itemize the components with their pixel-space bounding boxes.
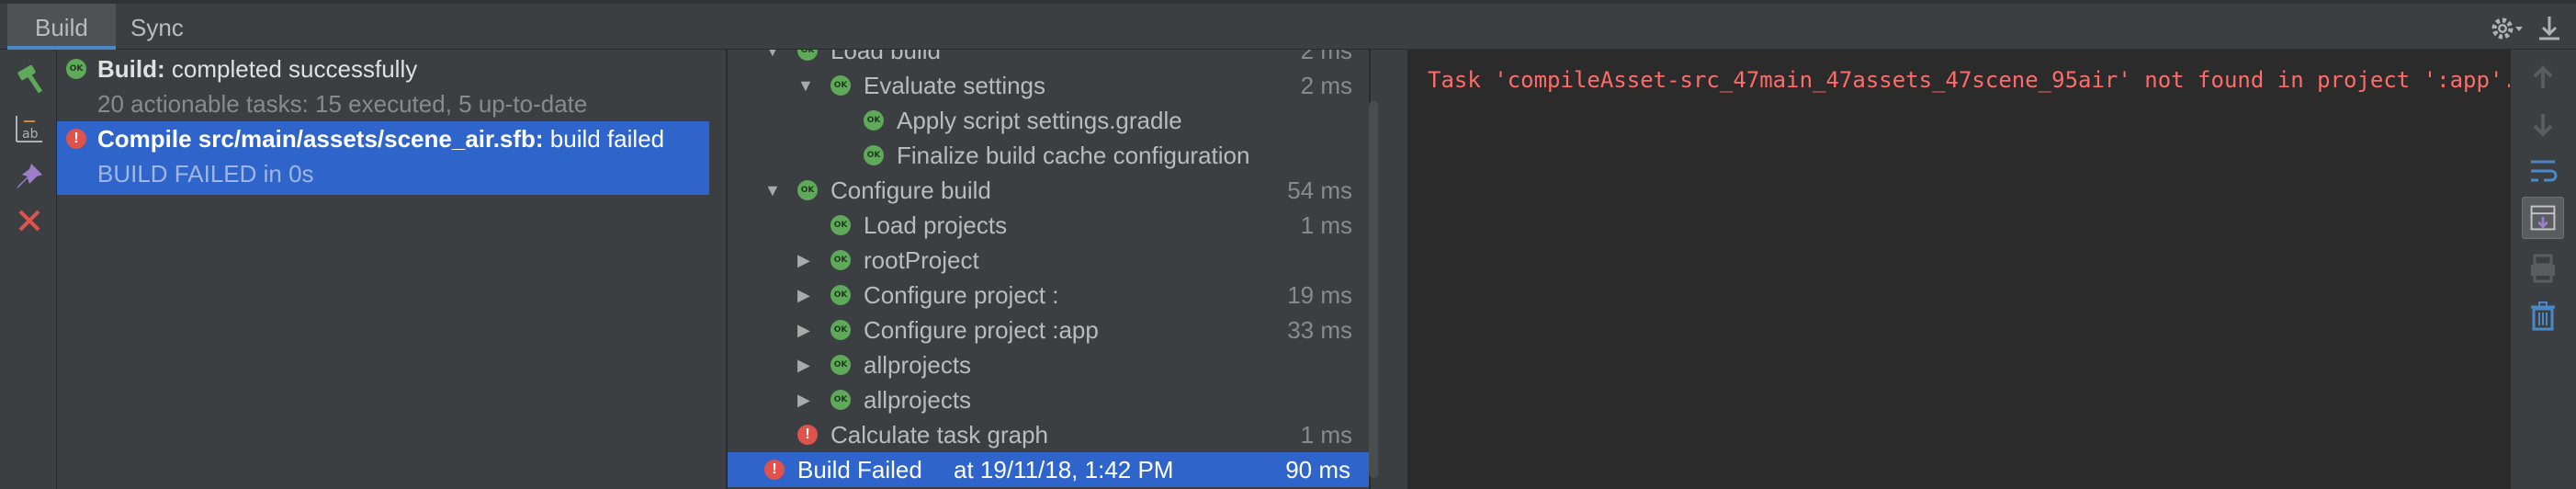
expand-arrow-icon[interactable]: ▼ (764, 50, 781, 68)
ok-icon: OK (830, 285, 851, 305)
ok-icon: OK (830, 250, 851, 270)
gear-icon[interactable] (2488, 13, 2525, 44)
collapse-arrow-icon[interactable]: ▶ (797, 243, 810, 278)
tree-row-load-projects[interactable]: OK Load projects 1 ms (728, 208, 1369, 243)
tree-row-finalize-build-cache[interactable]: OK Finalize build cache configuration (728, 138, 1369, 173)
ok-icon: OK (797, 50, 818, 61)
build-failed-timestamp: at 19/11/18, 1:42 PM (954, 456, 1174, 483)
tree-row-apply-script-settings[interactable]: OK Apply script settings.gradle (728, 103, 1369, 138)
tree-row-build-completed[interactable]: OK Build: completed successfully (57, 51, 709, 86)
ok-icon: OK (864, 145, 884, 165)
error-icon: ! (764, 460, 785, 480)
trash-icon[interactable] (2525, 298, 2560, 333)
print-icon[interactable] (2525, 250, 2560, 285)
close-icon[interactable] (13, 204, 46, 237)
build-steps-tree: ▼ OK Load build 2 ms ▼ OK Evaluate setti… (728, 50, 1371, 489)
tree-row-calculate-task-graph[interactable]: ! Calculate task graph 1 ms (728, 417, 1369, 452)
build-output-console[interactable]: Task 'compileAsset-src_47main_47assets_4… (1407, 50, 2516, 489)
ok-icon: OK (830, 320, 851, 340)
soft-wrap-icon[interactable] (2525, 153, 2560, 188)
svg-text:ab: ab (22, 127, 39, 142)
collapse-arrow-icon[interactable]: ▶ (797, 313, 810, 347)
tree-scrollbar[interactable] (1369, 101, 1378, 478)
ok-icon: OK (830, 390, 851, 410)
tree-row-root-project[interactable]: ▶ OK rootProject (728, 243, 1369, 278)
tree-row-configure-project-app[interactable]: ▶ OK Configure project :app 33 ms (728, 313, 1369, 347)
ok-icon: OK (830, 215, 851, 235)
tree-row-actionable-tasks[interactable]: 20 actionable tasks: 15 executed, 5 up-t… (57, 86, 709, 121)
filter-text-icon[interactable]: ab (13, 112, 46, 145)
build-failed-detail: BUILD FAILED in 0s (97, 160, 314, 188)
tree-row-configure-build[interactable]: ▼ OK Configure build 54 ms (728, 173, 1369, 208)
ok-icon: OK (830, 355, 851, 375)
left-toolbar: ab (0, 50, 57, 489)
build-results-tree: OK Build: completed successfully 20 acti… (57, 50, 728, 489)
collapse-arrow-icon[interactable]: ▶ (797, 347, 810, 382)
ok-icon: OK (797, 180, 818, 200)
hide-download-icon[interactable] (2536, 13, 2563, 44)
collapse-arrow-icon[interactable]: ▶ (797, 382, 810, 417)
tree-row-evaluate-settings[interactable]: ▼ OK Evaluate settings 2 ms (728, 68, 1369, 103)
expand-arrow-icon[interactable]: ▼ (797, 68, 814, 103)
collapse-arrow-icon[interactable]: ▶ (797, 278, 810, 313)
right-toolbar (2510, 50, 2576, 489)
arrow-down-icon[interactable] (2525, 107, 2560, 142)
arrow-up-icon[interactable] (2525, 61, 2560, 96)
tree-row-compile-failed[interactable]: ! Compile src/main/assets/scene_air.sfb:… (57, 121, 709, 195)
expand-arrow-icon[interactable]: ▼ (764, 173, 781, 208)
pin-icon[interactable] (13, 160, 46, 193)
error-icon: ! (66, 129, 86, 149)
tab-build[interactable]: Build (7, 4, 116, 50)
hammer-icon[interactable] (13, 63, 46, 96)
ok-icon: OK (830, 75, 851, 96)
tree-row-allprojects-2[interactable]: ▶ OK allprojects (728, 382, 1369, 417)
tab-sync[interactable]: Sync (103, 4, 211, 50)
tree-row-configure-project-root[interactable]: ▶ OK Configure project : 19 ms (728, 278, 1369, 313)
error-icon: ! (797, 425, 818, 445)
ok-icon: OK (864, 110, 884, 131)
tree-row-build-failed[interactable]: ! Build Failed at 19/11/18, 1:42 PM 90 m… (728, 452, 1369, 487)
tree-row-allprojects-1[interactable]: ▶ OK allprojects (728, 347, 1369, 382)
tool-window-tab-bar: Build Sync (0, 0, 2576, 50)
console-error-line: Task 'compileAsset-src_47main_47assets_4… (1428, 67, 2516, 93)
ok-icon: OK (66, 59, 86, 79)
scroll-to-end-icon[interactable] (2522, 197, 2564, 239)
tree-row-load-build[interactable]: ▼ OK Load build 2 ms (728, 50, 1369, 68)
